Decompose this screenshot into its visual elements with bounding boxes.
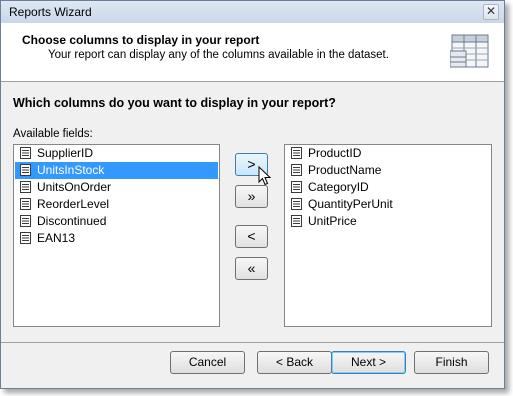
selected-fields-list[interactable]: ProductID ProductName CategoryID QuantityPe… xyxy=(284,144,492,327)
available-field-item-label: UnitsInStock xyxy=(37,163,105,177)
selected-field-item-label: UnitPrice xyxy=(308,214,357,228)
wizard-header: Choose columns to display in your report… xyxy=(1,23,504,82)
header-subtitle: Your report can display any of the colum… xyxy=(48,49,389,61)
field-icon xyxy=(20,215,31,227)
field-icon xyxy=(20,181,31,193)
selected-field-item-label: QuantityPerUnit xyxy=(308,197,393,211)
available-field-item[interactable]: UnitsInStock xyxy=(15,162,218,179)
available-field-item-label: EAN13 xyxy=(37,231,76,245)
available-field-item[interactable]: SupplierID xyxy=(15,145,218,162)
remove-all-fields-button[interactable]: « xyxy=(235,257,268,280)
title-bar[interactable]: Reports Wizard ✕ xyxy=(1,1,504,24)
selected-field-item[interactable]: ProductID xyxy=(286,145,490,162)
columns-question: Which columns do you want to display in … xyxy=(13,96,336,110)
selected-field-item-label: ProductID xyxy=(308,146,362,160)
available-field-item[interactable]: UnitsOnOrder xyxy=(15,179,218,196)
finish-button[interactable]: Finish xyxy=(414,351,489,374)
available-field-item[interactable]: EAN13 xyxy=(15,230,218,247)
next-button[interactable]: Next > xyxy=(331,351,406,374)
available-field-item[interactable]: ReorderLevel xyxy=(15,196,218,213)
field-icon xyxy=(20,147,31,159)
field-icon xyxy=(20,232,31,244)
close-button[interactable]: ✕ xyxy=(483,4,499,20)
field-icon xyxy=(20,198,31,210)
table-columns-icon xyxy=(450,34,489,68)
remove-field-button[interactable]: < xyxy=(235,225,268,248)
field-icon xyxy=(20,164,31,176)
available-field-item-label: SupplierID xyxy=(37,146,94,160)
field-icon xyxy=(291,215,302,227)
add-all-fields-button[interactable]: » xyxy=(235,185,268,208)
mouse-pointer-icon xyxy=(258,166,272,186)
selected-field-item[interactable]: ProductName xyxy=(286,162,490,179)
selected-field-item[interactable]: UnitPrice xyxy=(286,213,490,230)
available-fields-list[interactable]: SupplierID UnitsInStock UnitsOnOrder Reorde… xyxy=(13,144,220,327)
available-fields-label: Available fields: xyxy=(13,128,93,140)
field-icon xyxy=(291,181,302,193)
back-button[interactable]: < Back xyxy=(257,351,332,374)
selected-field-item-label: ProductName xyxy=(308,163,382,177)
available-field-item[interactable]: Discontinued xyxy=(15,213,218,230)
field-icon xyxy=(291,198,302,210)
available-field-item-label: Discontinued xyxy=(37,214,107,228)
selected-field-item[interactable]: QuantityPerUnit xyxy=(286,196,490,213)
field-icon xyxy=(291,147,302,159)
available-field-item-label: UnitsOnOrder xyxy=(37,180,112,194)
available-field-item-label: ReorderLevel xyxy=(37,197,110,211)
window-title: Reports Wizard xyxy=(9,5,92,19)
header-title: Choose columns to display in your report xyxy=(22,33,260,47)
selected-field-item-label: CategoryID xyxy=(308,180,369,194)
selected-field-item[interactable]: CategoryID xyxy=(286,179,490,196)
footer-divider xyxy=(1,342,504,343)
reports-wizard-window: Reports Wizard ✕ Choose columns to displ… xyxy=(0,0,505,389)
field-icon xyxy=(291,164,302,176)
cancel-button[interactable]: Cancel xyxy=(170,351,245,374)
